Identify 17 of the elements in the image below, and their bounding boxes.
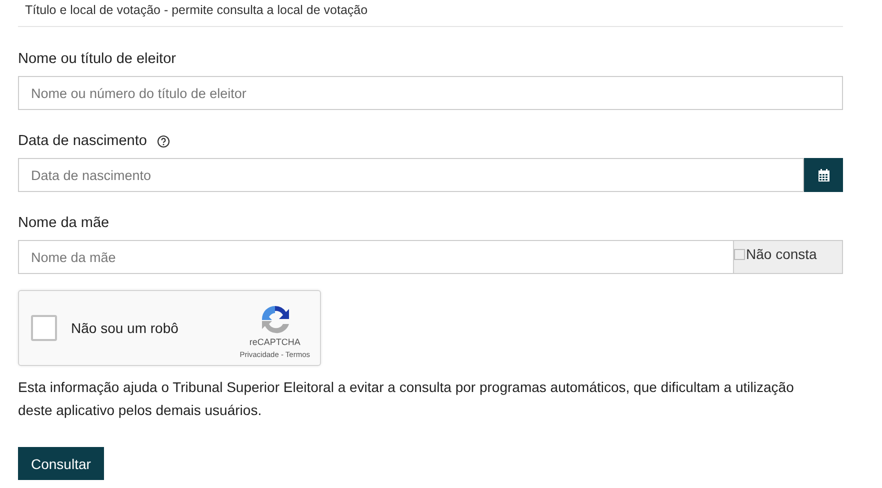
field-label: Data de nascimento — [18, 133, 147, 149]
input-field[interactable]: Nome ou número do título de eleitor — [18, 76, 843, 110]
help-icon[interactable] — [156, 134, 170, 148]
input-field[interactable]: Data de nascimento — [18, 158, 804, 192]
input-field[interactable]: Nome da mãe — [18, 240, 734, 274]
captcha-label: Não sou um robô — [71, 320, 180, 336]
calendar-button[interactable] — [804, 158, 843, 192]
checkbox-label: Não consta — [746, 246, 817, 262]
page-subtitle: Título e local de votação - permite consulta a local de votação — [25, 3, 368, 17]
submit-button[interactable]: Consultar — [18, 447, 104, 480]
checkbox[interactable] — [734, 249, 745, 260]
field-label: Nome ou título de eleitor — [18, 51, 176, 67]
recaptcha-brand: reCAPTCHA — [249, 337, 300, 347]
info-text: Esta informação ajuda o Tribunal Superior Eleitoral a evitar a consulta por programas automáticos, que dificultam a utilização deste aplicativo pelos demais usuários. — [18, 378, 795, 420]
field-label: Nome da mãe — [18, 215, 110, 231]
captcha-checkbox[interactable] — [31, 315, 57, 341]
calendar-icon — [818, 168, 830, 182]
